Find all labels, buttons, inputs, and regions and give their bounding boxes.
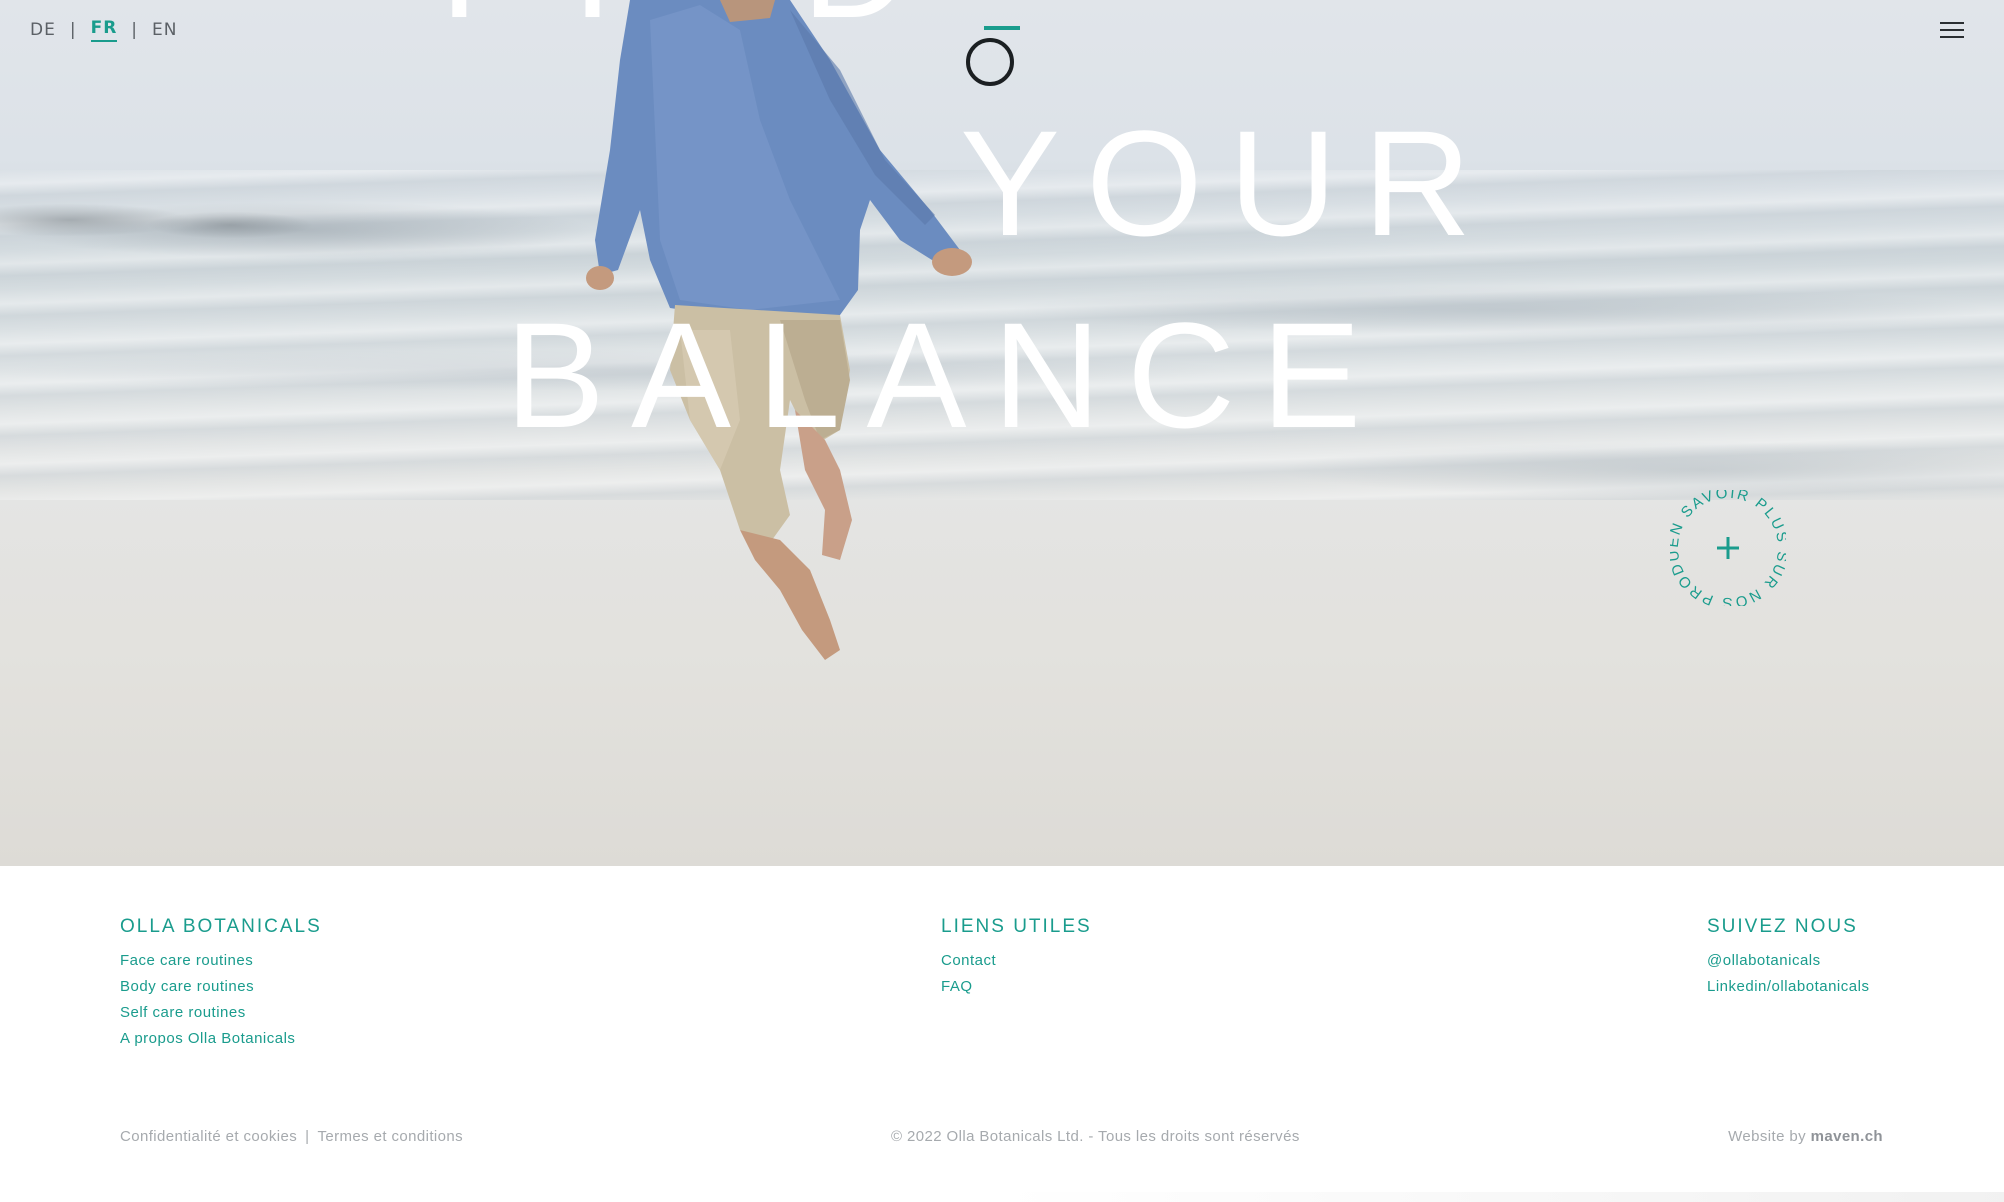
privacy-link[interactable]: Confidentialité et cookies bbox=[120, 1128, 297, 1145]
footer-link-instagram[interactable]: @ollabotanicals bbox=[1707, 952, 1869, 969]
headline-your: YOUR bbox=[960, 99, 1498, 267]
footer-column-useful-links: LIENS UTILES Contact FAQ bbox=[941, 916, 1092, 1004]
lang-fr-link[interactable]: FR bbox=[90, 18, 118, 42]
copyright-text: © 2022 Olla Botanicals Ltd. - Tous les d… bbox=[891, 1128, 1300, 1145]
hamburger-line bbox=[1940, 22, 1964, 24]
footer-link-self-care[interactable]: Self care routines bbox=[120, 1004, 322, 1021]
badge-svg: EN SAVOIR PLUS SUR NOS PRODUITS bbox=[1664, 477, 1789, 611]
hamburger-line bbox=[1940, 29, 1964, 31]
learn-more-products-badge[interactable]: EN SAVOIR PLUS SUR NOS PRODUITS bbox=[1664, 477, 1789, 611]
olla-logo-icon[interactable] bbox=[966, 26, 1020, 88]
footer-link-contact[interactable]: Contact bbox=[941, 952, 1092, 969]
lang-de-link[interactable]: DE bbox=[30, 20, 56, 40]
footer-link-about[interactable]: A propos Olla Botanicals bbox=[120, 1030, 322, 1047]
site-footer: OLLA BOTANICALS Face care routines Body … bbox=[0, 866, 2004, 1202]
footer-link-linkedin[interactable]: Linkedin/ollabotanicals bbox=[1707, 978, 1869, 995]
logo-bar bbox=[984, 26, 1020, 30]
website-credit: Website by maven.ch bbox=[1728, 1128, 1883, 1145]
credit-prefix: Website by bbox=[1728, 1128, 1811, 1145]
footer-heading: SUIVEZ NOUS bbox=[1707, 916, 1858, 937]
headline-balance: BALANCE bbox=[505, 291, 1388, 459]
lang-separator: | bbox=[69, 20, 77, 40]
footer-link-body-care[interactable]: Body care routines bbox=[120, 978, 322, 995]
legal-separator: | bbox=[305, 1128, 310, 1145]
footer-link-faq[interactable]: FAQ bbox=[941, 978, 1092, 995]
footer-column-olla: OLLA BOTANICALS Face care routines Body … bbox=[120, 916, 322, 1056]
footer-column-follow-us: SUIVEZ NOUS @ollabotanicals Linkedin/oll… bbox=[1707, 916, 1869, 1004]
hero-section: FIND YOUR BALANCE DE | FR | EN bbox=[0, 0, 2004, 866]
lang-en-link[interactable]: EN bbox=[152, 20, 177, 40]
terms-link[interactable]: Termes et conditions bbox=[317, 1128, 463, 1145]
hamburger-line bbox=[1940, 36, 1964, 38]
hamburger-icon[interactable] bbox=[1940, 22, 1964, 42]
footer-legal-links: Confidentialité et cookies | Termes et con… bbox=[120, 1128, 463, 1145]
footer-shadow bbox=[1000, 1192, 2004, 1202]
plus-icon bbox=[1717, 537, 1739, 559]
footer-link-face-care[interactable]: Face care routines bbox=[120, 952, 322, 969]
logo-ring bbox=[966, 38, 1014, 86]
hero-rocks bbox=[0, 185, 340, 245]
footer-heading: OLLA BOTANICALS bbox=[120, 916, 322, 937]
language-switcher: DE | FR | EN bbox=[30, 18, 177, 42]
lang-separator: | bbox=[131, 20, 139, 40]
footer-heading: LIENS UTILES bbox=[941, 916, 1092, 937]
credit-link[interactable]: maven.ch bbox=[1811, 1128, 1883, 1145]
